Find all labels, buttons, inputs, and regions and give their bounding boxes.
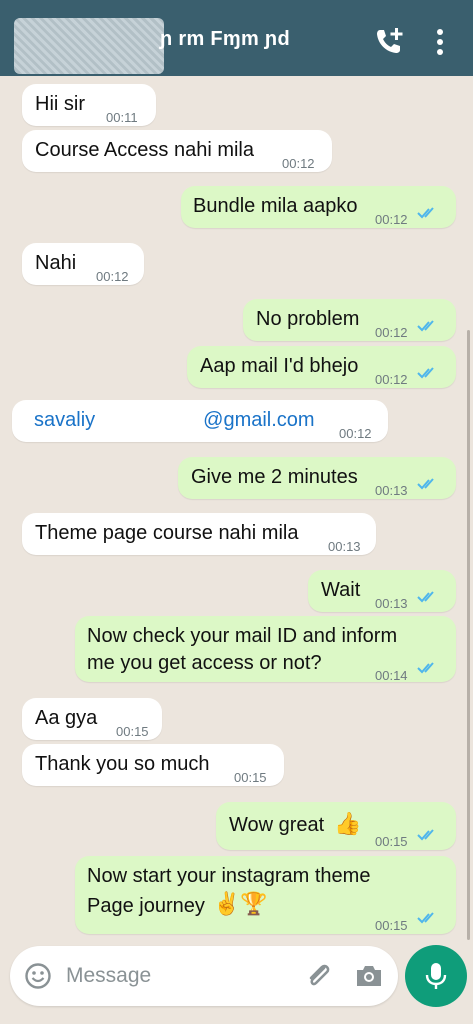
- camera-icon[interactable]: [354, 962, 384, 990]
- email-link[interactable]: savaliy @gmail.com: [34, 406, 315, 434]
- message-text: Aap mail I'd bhejo: [200, 355, 359, 377]
- mic-button[interactable]: [405, 945, 467, 1007]
- message-text: Thank you so much: [35, 753, 210, 775]
- message-text: Give me 2 minutes: [191, 466, 358, 488]
- message-out[interactable]: Wait 00:13: [308, 570, 456, 612]
- message-out[interactable]: Now start your instagram theme Page jour…: [75, 856, 456, 934]
- message-composer[interactable]: Message: [10, 946, 398, 1006]
- message-input[interactable]: Message: [66, 964, 151, 988]
- double-check-icon: [417, 591, 434, 603]
- chat-header: ɲ rm Fɱm ɲd: [0, 0, 473, 76]
- message-in[interactable]: Course Access nahi mila 00:12: [22, 130, 332, 172]
- message-in[interactable]: Hii sir 00:11: [22, 84, 156, 126]
- attach-icon[interactable]: [304, 960, 334, 992]
- victory-trophy-emoji: ✌️🏆: [213, 891, 268, 916]
- message-time: 00:12: [375, 212, 408, 227]
- message-text: Course Access nahi mila: [35, 139, 254, 161]
- message-out[interactable]: No problem 00:12: [243, 299, 456, 341]
- message-in[interactable]: Aa gya 00:15: [22, 698, 162, 740]
- message-time: 00:15: [234, 770, 267, 785]
- message-time: 00:15: [375, 918, 408, 933]
- message-in[interactable]: Thank you so much 00:15: [22, 744, 284, 786]
- message-text-line2: Page journey: [87, 895, 205, 917]
- email-start: savaliy: [34, 409, 96, 431]
- email-end: @gmail.com: [203, 409, 315, 431]
- emoji-icon[interactable]: [24, 962, 52, 990]
- message-text: Wait: [321, 579, 361, 601]
- mic-icon: [425, 963, 447, 989]
- message-text: Hii sir: [35, 93, 85, 115]
- contact-name[interactable]: ɲ rm Fɱm ɲd: [160, 28, 290, 51]
- message-out[interactable]: Now check your mail ID and inform me you…: [75, 616, 456, 683]
- message-out[interactable]: Give me 2 minutes 00:13: [178, 457, 456, 499]
- message-time: 00:12: [96, 269, 129, 284]
- message-text-line1: Now check your mail ID and inform: [87, 625, 398, 647]
- chat-area[interactable]: Hii sir 00:11 Course Access nahi mila 00…: [0, 76, 473, 946]
- call-add-icon[interactable]: [372, 24, 406, 58]
- message-time: 00:11: [106, 110, 138, 125]
- double-check-icon: [417, 320, 434, 332]
- double-check-icon: [417, 478, 434, 490]
- message-text: Theme page course nahi mila: [35, 522, 299, 544]
- message-text-line1: Now start your instagram theme: [87, 865, 371, 887]
- message-text: Bundle mila aapko: [193, 195, 358, 217]
- double-check-icon: [417, 367, 434, 379]
- double-check-icon: [417, 829, 434, 841]
- message-text: No problem: [256, 308, 360, 330]
- message-time: 00:12: [339, 426, 372, 441]
- double-check-icon: [417, 662, 434, 674]
- message-in[interactable]: Theme page course nahi mila 00:13: [22, 513, 376, 555]
- double-check-icon: [417, 207, 434, 219]
- message-in[interactable]: savaliy @gmail.com 00:12: [12, 400, 388, 442]
- message-text: Wow great: [229, 814, 325, 836]
- double-check-icon: [417, 912, 434, 924]
- message-in[interactable]: Nahi 00:12: [22, 243, 144, 285]
- message-time: 00:13: [328, 539, 361, 554]
- message-time: 00:12: [375, 325, 408, 340]
- message-text-line2: me you get access or not?: [87, 652, 322, 674]
- message-time: 00:13: [375, 483, 408, 498]
- more-vert-icon[interactable]: [430, 26, 450, 58]
- message-time: 00:12: [375, 372, 408, 387]
- message-time: 00:14: [375, 668, 408, 683]
- message-text: Nahi: [35, 252, 77, 274]
- message-time: 00:12: [282, 156, 315, 171]
- message-out[interactable]: Wow great 👍 00:15: [216, 802, 456, 850]
- message-out[interactable]: Bundle mila aapko 00:12: [181, 186, 456, 228]
- thumbs-up-emoji: 👍: [334, 811, 362, 836]
- message-out[interactable]: Aap mail I'd bhejo 00:12: [187, 346, 456, 388]
- contact-avatar-blurred[interactable]: [14, 18, 164, 74]
- redaction: [95, 410, 204, 431]
- message-time: 00:15: [116, 724, 149, 739]
- message-time: 00:15: [375, 834, 408, 849]
- message-time: 00:13: [375, 596, 408, 611]
- scrollbar[interactable]: [467, 330, 470, 940]
- message-text: Aa gya: [35, 707, 98, 729]
